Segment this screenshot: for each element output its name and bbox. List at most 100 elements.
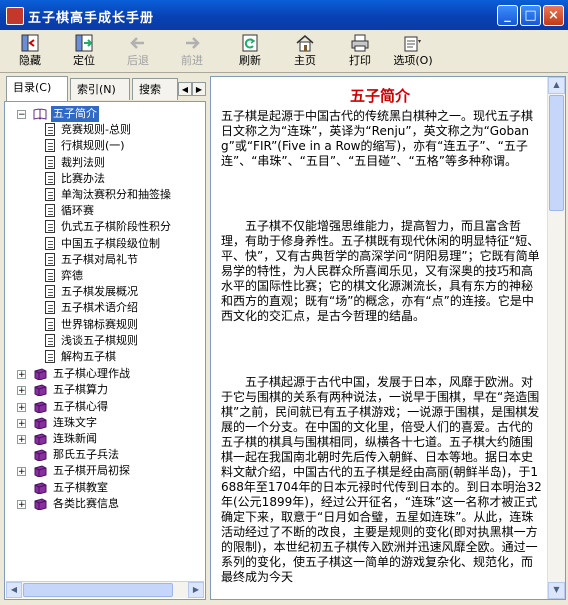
scroll-up-button[interactable]: ▲ [548, 77, 565, 94]
tree-topic-label: 五子棋发展概况 [61, 285, 138, 298]
navigation-pane: 目录(C) 索引(N) 搜索 ◀ ▶ − 五子简介 竞赛规则-总则 行棋规则(一)… [4, 76, 206, 600]
page-icon [45, 253, 55, 266]
tree-topic-label: 行棋规则(一) [61, 139, 125, 152]
scroll-down-button[interactable]: ▼ [548, 582, 565, 599]
tree-topic-label: 循环赛 [61, 204, 94, 217]
locate-icon [75, 34, 93, 52]
page-icon [45, 350, 55, 363]
forward-button[interactable]: 前进 [170, 32, 214, 70]
scroll-thumb[interactable] [23, 583, 173, 597]
page-icon [45, 237, 55, 250]
toolbar: 隐藏 定位 后退 前进 刷新 主页 打印 选项(O) [0, 30, 568, 73]
closed-book-icon [34, 465, 47, 477]
page-icon [45, 318, 55, 331]
tree-topic-label: 五子棋对局礼节 [61, 253, 138, 266]
locate-label: 定位 [73, 54, 95, 67]
back-label: 后退 [127, 54, 149, 67]
tree-topic-label: 中国五子棋段级位制 [61, 237, 160, 250]
expand-icon[interactable]: + [17, 435, 26, 445]
tree-topic-label: 单淘汰赛积分和抽签操 [61, 188, 171, 201]
back-button[interactable]: 后退 [116, 32, 160, 70]
scroll-left-button[interactable]: ◀ [6, 582, 22, 598]
hide-pane-icon [21, 34, 39, 52]
expand-icon[interactable]: + [17, 370, 26, 380]
page-icon [45, 269, 55, 282]
back-arrow-icon [130, 37, 144, 49]
close-button[interactable]: × [543, 5, 564, 26]
hide-button[interactable]: 隐藏 [8, 32, 52, 70]
page-icon [45, 301, 55, 314]
tab-search[interactable]: 搜索 [132, 78, 178, 100]
page-icon [45, 123, 55, 136]
open-book-icon [33, 108, 47, 120]
home-button[interactable]: 主页 [283, 32, 327, 70]
tree-group-label: 各类比赛信息 [53, 497, 119, 510]
tab-scroll-left-button[interactable]: ◀ [178, 82, 192, 96]
options-icon [404, 36, 421, 52]
contents-tree: − 五子简介 竞赛规则-总则 行棋规则(一) 裁判法则比赛办法单淘汰赛积分和抽签操循… [4, 101, 206, 600]
tab-scroll-right-button[interactable]: ▶ [192, 82, 206, 96]
tree-topic-label: 浅谈五子棋规则 [61, 334, 138, 347]
content-paragraph-2: 五子棋不仅能增强思维能力，提高智力，而且富含哲理，有助于修身养性。五子棋既有现代… [221, 219, 540, 323]
tree-topic-label: 仇式五子棋阶段性积分 [61, 220, 171, 233]
nav-tabs: 目录(C) 索引(N) 搜索 ◀ ▶ [4, 76, 206, 102]
minimize-button[interactable]: _ [497, 5, 518, 26]
print-button[interactable]: 打印 [338, 32, 382, 70]
page-icon [45, 156, 55, 169]
options-button[interactable]: 选项(O) [388, 32, 438, 70]
tree-topic-label: 五子棋术语介绍 [61, 301, 138, 314]
collapse-icon[interactable]: − [17, 110, 26, 120]
window-title: 五子棋高手成长手册 [28, 11, 155, 26]
tab-index[interactable]: 索引(N) [70, 78, 130, 100]
tree-group-label: 连珠文字 [53, 416, 97, 429]
page-icon [45, 188, 55, 201]
expand-icon[interactable]: + [17, 500, 26, 510]
tree-group-label: 五子棋算力 [53, 383, 108, 396]
refresh-label: 刷新 [239, 54, 261, 67]
content-vertical-scrollbar[interactable]: ▲ ▼ [547, 77, 565, 599]
refresh-icon [242, 34, 258, 52]
forward-arrow-icon [186, 37, 200, 49]
closed-book-icon [34, 401, 47, 413]
closed-book-icon [34, 482, 47, 494]
closed-book-icon [34, 498, 47, 510]
tree-topic-label: 世界锦标赛规则 [61, 318, 138, 331]
tree-group-label: 五子棋心得 [53, 400, 108, 413]
tree-topic-label: 竞赛规则-总则 [61, 123, 131, 136]
tree-topic-label: 比赛办法 [61, 172, 105, 185]
page-icon [45, 334, 55, 347]
tree-topic-label: 弈德 [61, 269, 83, 282]
closed-book-icon [34, 433, 47, 445]
closed-book-icon [34, 384, 47, 396]
tab-contents[interactable]: 目录(C) [6, 76, 68, 101]
scroll-right-button[interactable]: ▶ [188, 582, 204, 598]
title-bar: 五子棋高手成长手册 _ □ × [0, 0, 568, 30]
tree-group-label: 五子棋心理作战 [53, 367, 130, 380]
tree-group-label: 连珠新闻 [53, 432, 97, 445]
tree-root-label: 五子简介 [51, 106, 99, 122]
expand-icon[interactable]: + [17, 403, 26, 413]
page-icon [45, 204, 55, 217]
page-icon [45, 139, 55, 152]
page-title: 五子简介 [349, 87, 410, 105]
tree-group-label: 五子棋开局初探 [53, 464, 130, 477]
expand-icon[interactable]: + [17, 419, 26, 429]
tree-group-label: 那氏五子兵法 [53, 448, 119, 461]
tree-horizontal-scrollbar[interactable]: ◀ ▶ [6, 581, 204, 598]
closed-book-icon [34, 449, 47, 461]
printer-icon [351, 34, 369, 52]
page-icon [45, 285, 55, 298]
closed-book-icon [34, 417, 47, 429]
options-label: 选项(O) [393, 54, 433, 67]
app-book-icon [6, 7, 24, 25]
scroll-thumb[interactable] [549, 95, 564, 211]
page-icon [45, 172, 55, 185]
locate-button[interactable]: 定位 [62, 32, 106, 70]
expand-icon[interactable]: + [17, 386, 26, 396]
home-label: 主页 [294, 54, 316, 67]
refresh-button[interactable]: 刷新 [228, 32, 272, 70]
content-paragraph-1: 五子棋是起源于中国古代的传统黑白棋种之一。现代五子棋日文称之为“连珠”，英译为“… [221, 109, 534, 168]
maximize-button[interactable]: □ [520, 5, 541, 26]
tree-topic-label: 裁判法则 [61, 156, 105, 169]
expand-icon[interactable]: + [17, 467, 26, 477]
